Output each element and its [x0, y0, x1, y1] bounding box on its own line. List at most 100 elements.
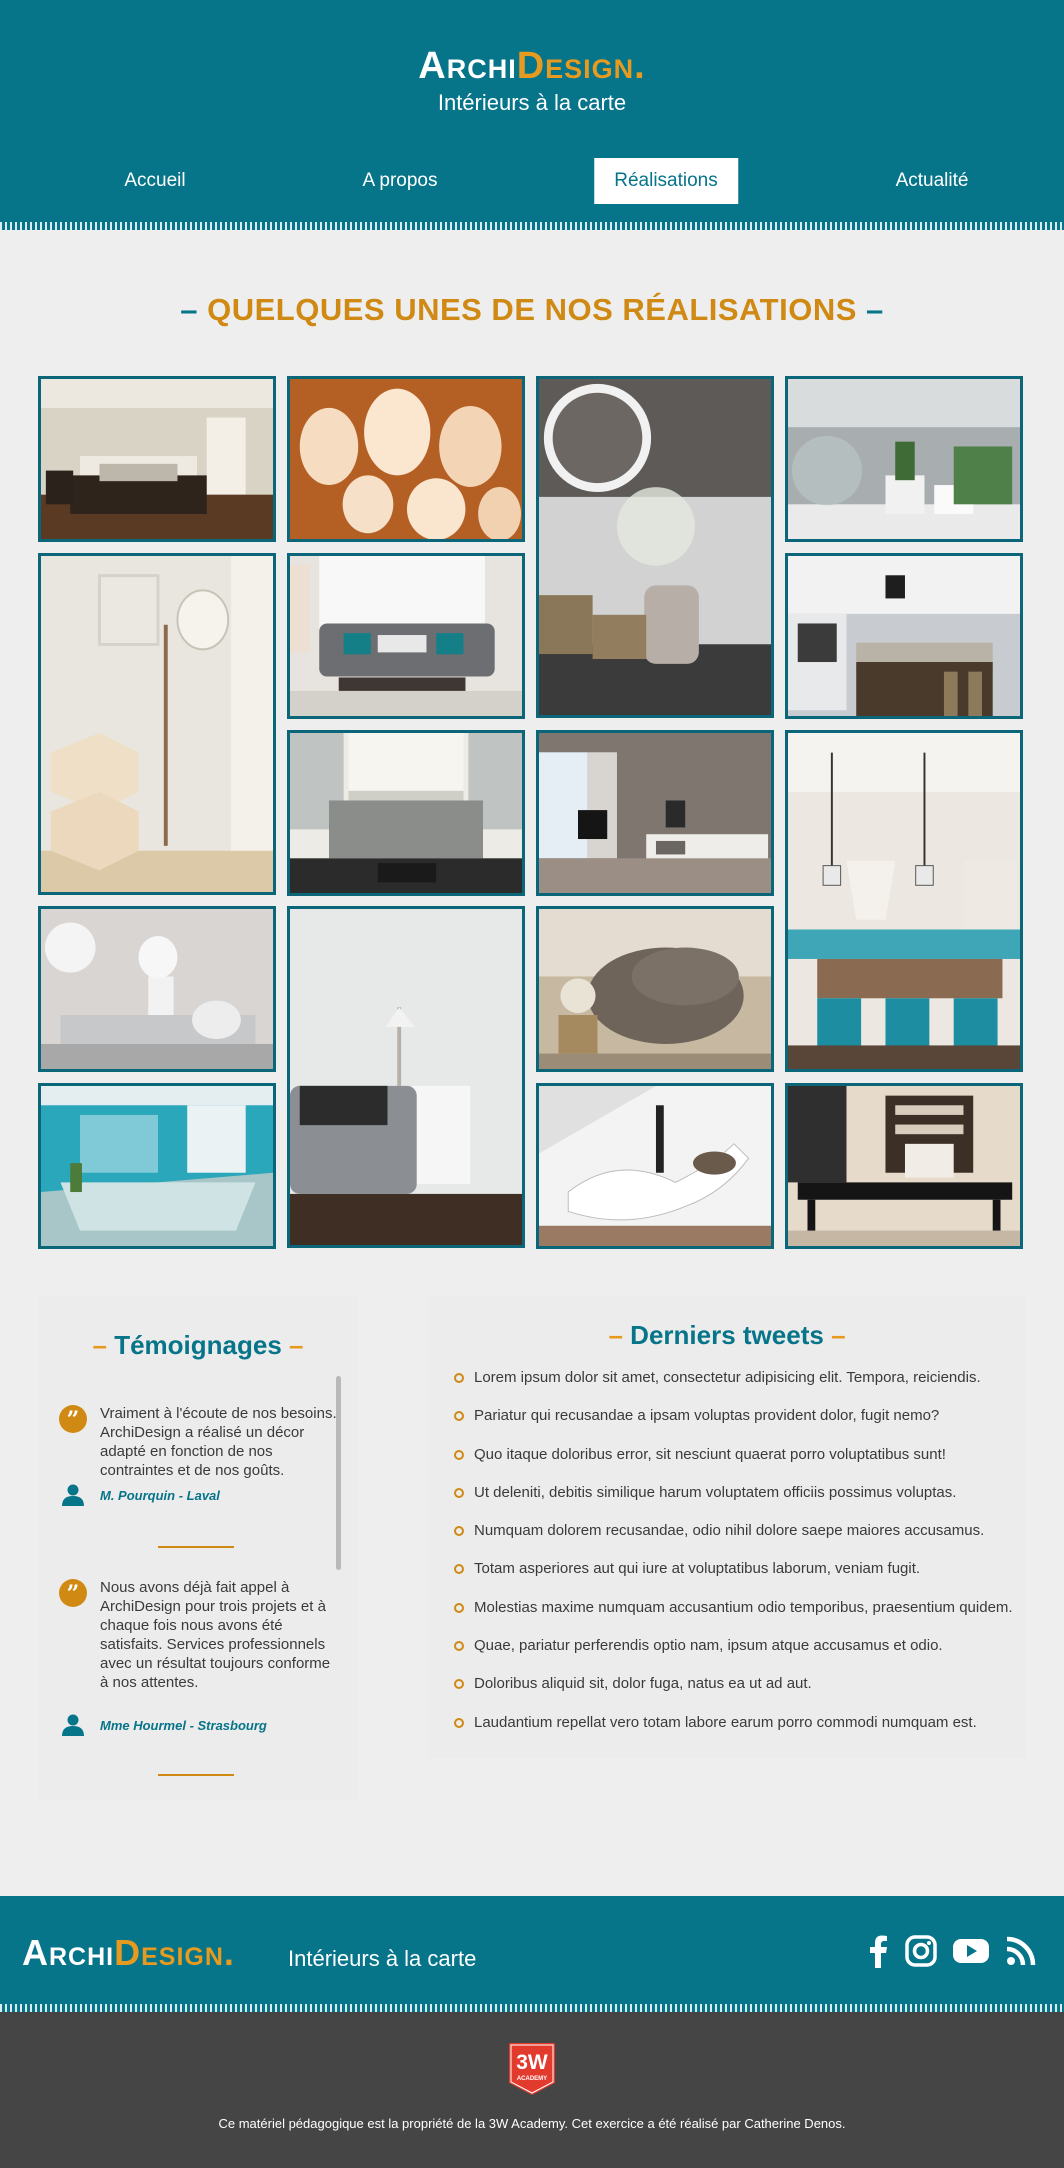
testimonial-author: M. Pourquin - Laval — [100, 1488, 220, 1503]
nav-realisations[interactable]: Réalisations — [594, 158, 738, 204]
nav-accueil[interactable]: Accueil — [104, 158, 205, 204]
footer-brand-logo[interactable]: ArchiDesign. — [22, 1932, 235, 1974]
gallery-photo-glass-table[interactable] — [38, 1083, 276, 1249]
person-icon — [62, 1714, 84, 1736]
footer-legal: 3W ACADEMY Ce matériel pédagogique est l… — [0, 2012, 1064, 2168]
footer-brand-bar: ArchiDesign. Intérieurs à la carte — [0, 1896, 1064, 2012]
tweets-panel: – Derniers tweets – Lorem ipsum dolor si… — [428, 1296, 1026, 1758]
svg-text:”: ” — [67, 1581, 80, 1607]
gallery-photo-tulips[interactable] — [38, 906, 276, 1072]
brand-name-design: Design. — [516, 45, 646, 87]
title-dash-left: – — [608, 1320, 623, 1350]
bullet-icon — [454, 1526, 464, 1537]
testimonials-panel: – Témoignages – ” Vraiment à l'écoute de… — [38, 1296, 358, 1800]
gallery-photo-sofa[interactable] — [287, 553, 525, 719]
tweet-item[interactable]: Quo itaque doloribus error, sit nesciunt… — [454, 1445, 1014, 1483]
main-nav: Accueil A propos Réalisations Actualité — [0, 158, 1064, 204]
tweet-item[interactable]: Molestias maxime numquam accusantium odi… — [454, 1598, 1014, 1636]
tweet-item[interactable]: Quae, pariatur perferendis optio nam, ip… — [454, 1636, 1014, 1674]
testimonial-item: ” Nous avons déjà fait appel à ArchiDesi… — [58, 1578, 338, 1778]
gallery-photo-kitchen-pendants[interactable] — [785, 730, 1023, 1072]
rss-icon[interactable] — [1004, 1934, 1038, 1968]
tweet-text: Pariatur qui recusandae a ipsam voluptas… — [474, 1407, 940, 1425]
copyright-text: Ce matériel pédagogique est la propriété… — [218, 2116, 846, 2131]
tweet-item[interactable]: Ut deleniti, debitis similique harum vol… — [454, 1483, 1014, 1521]
tweet-text: Molestias maxime numquam accusantium odi… — [474, 1598, 1013, 1616]
gallery-photo-office-desk[interactable] — [785, 1083, 1023, 1249]
bullet-icon — [454, 1717, 464, 1728]
3w-academy-logo[interactable]: 3W ACADEMY — [507, 2041, 557, 2097]
tweet-text: Doloribus aliquid sit, dolor fuga, natus… — [474, 1675, 812, 1693]
tweet-item[interactable]: Lorem ipsum dolor sit amet, consectetur … — [454, 1368, 1014, 1406]
svg-text:”: ” — [67, 1407, 80, 1433]
bullet-icon — [454, 1449, 464, 1460]
testimonial-item: ” Vraiment à l'écoute de nos besoins. Ar… — [58, 1404, 338, 1554]
quote-icon: ” — [59, 1405, 87, 1433]
bullet-icon — [454, 1411, 464, 1422]
logo-academy-text: ACADEMY — [517, 2076, 547, 2082]
tweet-item[interactable]: Totam asperiores aut qui iure at volupta… — [454, 1559, 1014, 1597]
brand-logo[interactable]: ArchiDesign. — [0, 44, 1064, 88]
stitch-divider — [0, 222, 1064, 230]
gallery-photo-kitchen-island[interactable] — [785, 553, 1023, 719]
testimonials-title-text: Témoignages — [114, 1330, 282, 1360]
title-dash-right: – — [866, 292, 884, 327]
gallery-photo-bedroom[interactable] — [38, 376, 276, 542]
testimonial-separator — [158, 1546, 234, 1548]
testimonial-separator — [158, 1774, 234, 1776]
facebook-icon[interactable] — [862, 1934, 896, 1968]
nav-actualite[interactable]: Actualité — [876, 158, 989, 204]
tweets-title: – Derniers tweets – — [428, 1320, 1026, 1351]
bullet-icon — [454, 1373, 464, 1383]
bullet-icon — [454, 1487, 464, 1498]
brand[interactable]: ArchiDesign. Intérieurs à la carte — [0, 44, 1064, 116]
bullet-icon — [454, 1641, 464, 1652]
tweet-text: Quo itaque doloribus error, sit nesciunt… — [474, 1445, 946, 1463]
testimonial-text: Nous avons déjà fait appel à ArchiDesign… — [100, 1579, 331, 1691]
tweet-text: Laudantium repellat vero totam labore ea… — [474, 1713, 977, 1731]
gallery-photo-cactus[interactable] — [785, 376, 1023, 542]
tweet-text: Numquam dolorem recusandae, odio nihil d… — [474, 1522, 985, 1540]
gallery-photo-grey-armchair[interactable] — [287, 906, 525, 1248]
lower-section: – Témoignages – ” Vraiment à l'écoute de… — [38, 1296, 1026, 1800]
gallery-photo-bedroom-tv[interactable] — [536, 730, 774, 896]
gallery-photo-vase-flowers[interactable] — [536, 376, 774, 718]
gallery-title-text: Quelques unes de nos réalisations — [207, 292, 857, 327]
youtube-icon[interactable] — [952, 1934, 990, 1968]
nav-a-propos[interactable]: A propos — [343, 158, 458, 204]
gallery-photo-lanterns[interactable] — [287, 376, 525, 542]
footer-brand-design: Design. — [114, 1932, 235, 1973]
gallery-photo-kitchen-cabinets[interactable] — [287, 730, 525, 896]
logo-3w-text: 3W — [516, 2051, 548, 2074]
bullet-icon — [454, 1679, 464, 1690]
tweet-text: Lorem ipsum dolor sit amet, consectetur … — [474, 1369, 981, 1386]
testimonial-text: Vraiment à l'écoute de nos besoins. Arch… — [100, 1405, 337, 1479]
tweet-text: Ut deleniti, debitis similique harum vol… — [474, 1483, 957, 1501]
brand-tagline: Intérieurs à la carte — [437, 90, 627, 115]
tweet-item[interactable]: Doloribus aliquid sit, dolor fuga, natus… — [454, 1674, 1014, 1712]
title-dash-left: – — [92, 1330, 107, 1360]
title-dash-right: – — [831, 1320, 846, 1350]
footer-brand-archi: Archi — [22, 1932, 115, 1973]
gallery-photo-floor-lamp[interactable] — [38, 553, 276, 895]
gallery-title: – Quelques unes de nos réalisations – — [0, 292, 1064, 328]
stitch-divider — [0, 2004, 1064, 2012]
bullet-icon — [454, 1602, 464, 1613]
gallery-photo-chaise-lounge[interactable] — [536, 1083, 774, 1249]
tweet-item[interactable]: Pariatur qui recusandae a ipsam voluptas… — [454, 1406, 1014, 1444]
title-dash-right: – — [289, 1330, 304, 1360]
tweet-item[interactable]: Numquam dolorem recusandae, odio nihil d… — [454, 1521, 1014, 1559]
tweet-item[interactable]: Laudantium repellat vero totam labore ea… — [454, 1713, 1014, 1751]
tweets-title-text: Derniers tweets — [630, 1320, 824, 1350]
brand-name-archi: Archi — [418, 45, 517, 87]
testimonials-title: – Témoignages – — [38, 1330, 358, 1361]
gallery-grid — [38, 376, 1026, 1249]
footer-tagline: Intérieurs à la carte — [288, 1946, 477, 1971]
tweet-text: Totam asperiores aut qui iure at volupta… — [474, 1560, 921, 1578]
person-icon — [62, 1484, 84, 1506]
gallery-photo-striped-chair[interactable] — [536, 906, 774, 1072]
instagram-icon[interactable] — [904, 1934, 938, 1968]
tweet-list: Lorem ipsum dolor sit amet, consectetur … — [454, 1368, 1014, 1751]
site-header: ArchiDesign. Intérieurs à la carte Accue… — [0, 0, 1064, 230]
title-dash-left: – — [180, 292, 198, 327]
